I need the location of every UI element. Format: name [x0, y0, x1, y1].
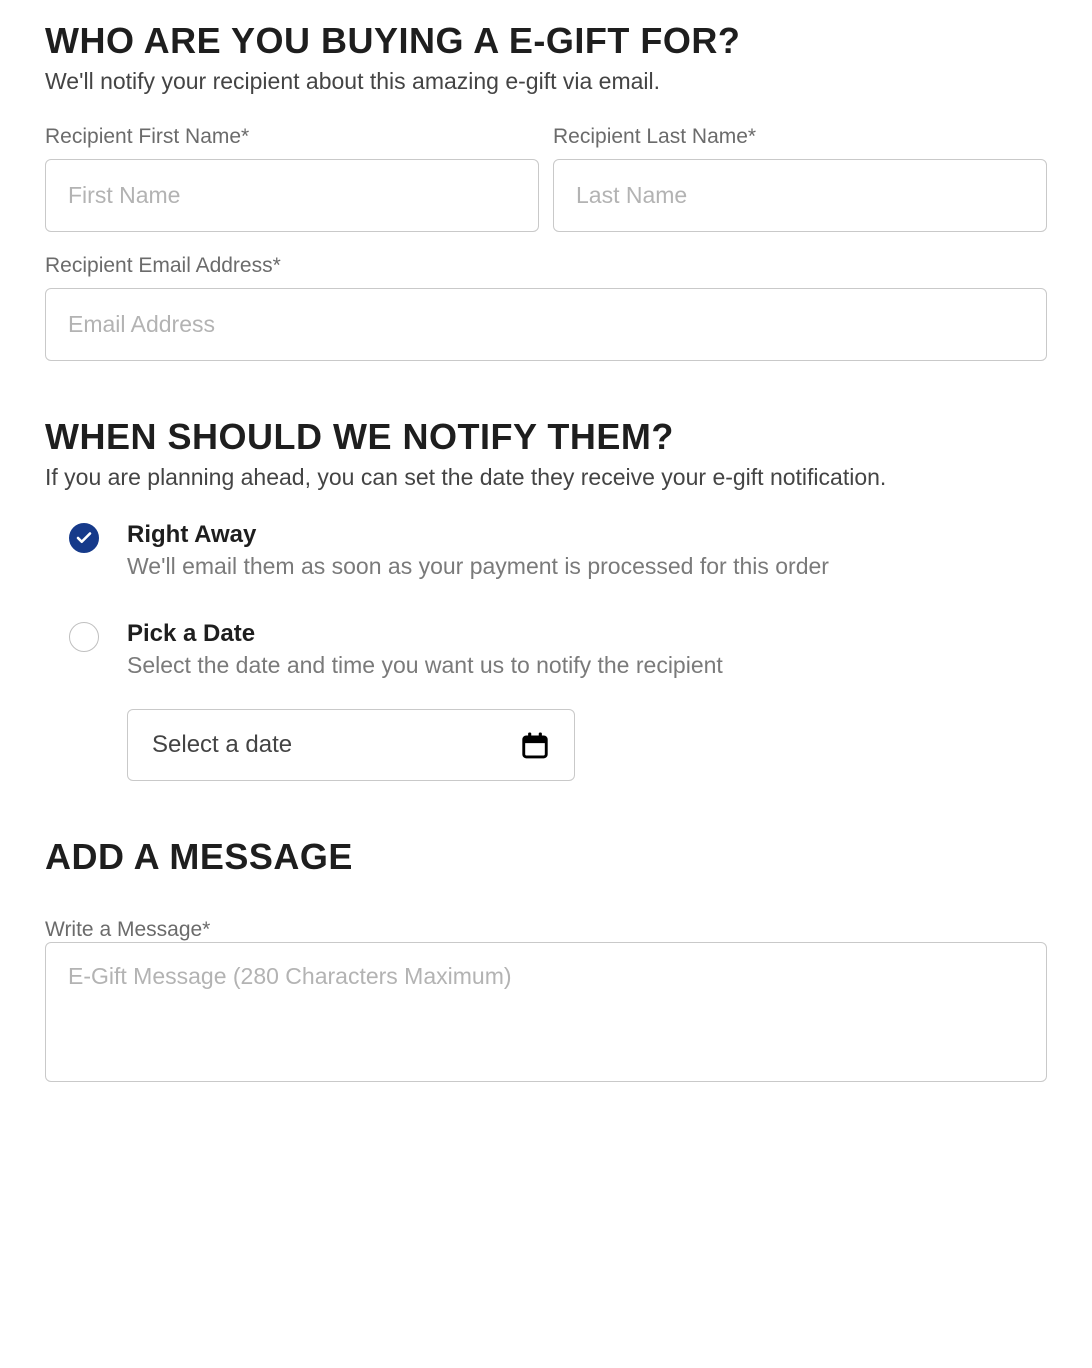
- radio-pick-date[interactable]: [69, 622, 99, 652]
- first-name-input[interactable]: [45, 159, 539, 232]
- first-name-label: Recipient First Name*: [45, 125, 539, 149]
- recipient-heading: WHO ARE YOU BUYING A E-GIFT FOR?: [45, 20, 1047, 62]
- option-pick-date-desc: Select the date and time you want us to …: [127, 652, 1047, 679]
- option-right-away-title: Right Away: [127, 521, 1047, 549]
- last-name-label: Recipient Last Name*: [553, 125, 1047, 149]
- email-label: Recipient Email Address*: [45, 254, 1047, 278]
- date-picker[interactable]: Select a date: [127, 709, 575, 781]
- option-pick-date-title: Pick a Date: [127, 620, 1047, 648]
- radio-right-away[interactable]: [69, 523, 99, 553]
- recipient-subtitle: We'll notify your recipient about this a…: [45, 68, 1047, 95]
- date-picker-text: Select a date: [152, 731, 292, 759]
- last-name-input[interactable]: [553, 159, 1047, 232]
- email-input[interactable]: [45, 288, 1047, 361]
- option-right-away-desc: We'll email them as soon as your payment…: [127, 553, 1047, 580]
- message-label: Write a Message*: [45, 918, 210, 941]
- message-heading: ADD A MESSAGE: [45, 836, 1047, 878]
- message-textarea[interactable]: [45, 942, 1047, 1082]
- checkmark-icon: [75, 529, 93, 547]
- notify-heading: WHEN SHOULD WE NOTIFY THEM?: [45, 416, 1047, 458]
- notify-subtitle: If you are planning ahead, you can set t…: [45, 464, 1047, 491]
- calendar-icon: [520, 730, 550, 760]
